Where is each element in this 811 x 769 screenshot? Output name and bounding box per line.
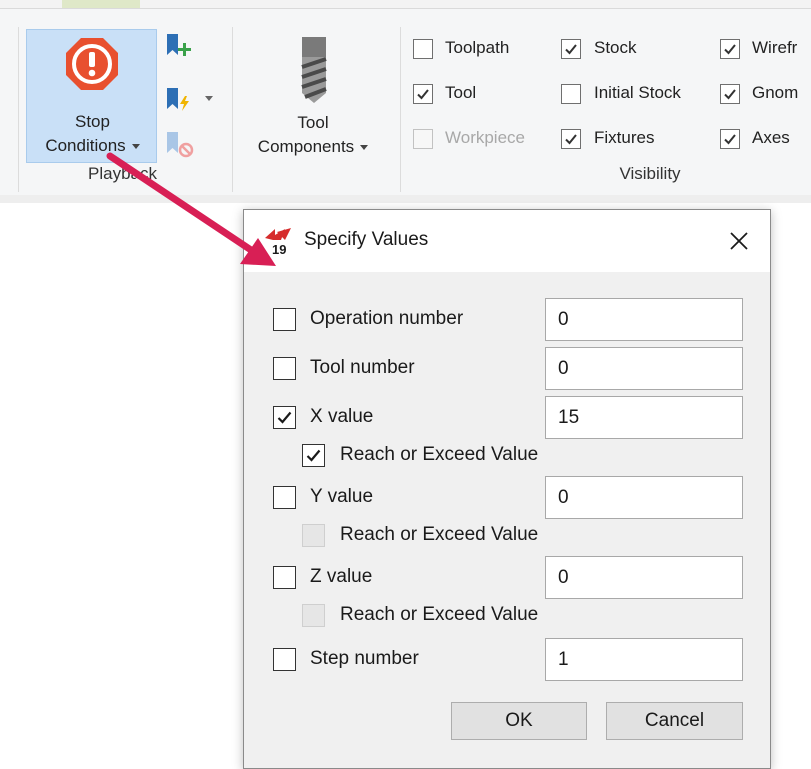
z-value-checkbox[interactable]: [273, 566, 296, 589]
group-separator: [18, 27, 19, 192]
x-value-label: X value: [310, 406, 374, 427]
workpiece-checkbox: [413, 129, 433, 149]
gnomon-label: Gnom: [752, 83, 799, 102]
visibility-group-label: Visibility: [619, 164, 681, 183]
fixtures-label: Fixtures: [594, 128, 655, 147]
group-separator: [400, 27, 401, 192]
dialog-title-bar[interactable]: 19 Specify Values: [244, 210, 770, 272]
checkmark-icon: [565, 44, 577, 55]
ribbon-tab-strip: [0, 0, 811, 8]
step-number-input[interactable]: 1: [545, 638, 743, 681]
ok-button[interactable]: OK: [451, 702, 587, 740]
y-value-input[interactable]: 0: [545, 476, 743, 519]
y-reach-exceed-label: Reach or Exceed Value: [340, 524, 539, 545]
stop-conditions-button[interactable]: Stop Conditions: [26, 29, 157, 163]
specify-values-dialog: 19 Specify Values Operation number 0 Too…: [243, 209, 771, 769]
dialog-title: Specify Values: [304, 229, 429, 250]
stop-octagon-icon: [66, 38, 118, 90]
checkmark-icon: [724, 134, 736, 145]
active-tab-indicator: [62, 0, 140, 8]
axes-checkbox[interactable]: [720, 129, 740, 149]
step-number-checkbox[interactable]: [273, 648, 296, 671]
toolpath-label: Toolpath: [445, 38, 510, 57]
z-value-label: Z value: [310, 566, 373, 587]
workpiece-label: Workpiece: [445, 128, 525, 147]
z-reach-exceed-label: Reach or Exceed Value: [340, 604, 539, 625]
checkmark-icon: [724, 89, 736, 100]
tool-label: Tool: [445, 83, 477, 102]
z-value-input[interactable]: 0: [545, 556, 743, 599]
tool-number-input[interactable]: 0: [545, 347, 743, 390]
add-marker-icon[interactable]: [164, 31, 194, 61]
tool-number-checkbox[interactable]: [273, 357, 296, 380]
tool-number-label: Tool number: [310, 357, 415, 378]
y-reach-exceed-checkbox: [302, 524, 325, 547]
lightning-marker-icon[interactable]: [164, 85, 194, 115]
y-value-label: Y value: [310, 486, 374, 507]
initial-stock-checkbox[interactable]: [561, 84, 581, 104]
x-value-input[interactable]: 15: [545, 396, 743, 439]
stock-checkbox[interactable]: [561, 39, 581, 59]
operation-number-input[interactable]: 0: [545, 298, 743, 341]
wireframe-checkbox[interactable]: [720, 39, 740, 59]
tool-components-icon[interactable]: [297, 37, 331, 103]
fixtures-checkbox[interactable]: [561, 129, 581, 149]
x-reach-exceed-label: Reach or Exceed Value: [340, 444, 539, 465]
wireframe-label: Wirefr: [752, 38, 798, 57]
chevron-down-icon: [360, 145, 369, 151]
x-reach-exceed-checkbox[interactable]: [302, 444, 325, 467]
stock-label: Stock: [594, 38, 637, 57]
initial-stock-label: Initial Stock: [594, 83, 681, 102]
checkmark-icon: [565, 134, 577, 145]
checkmark-icon: [724, 44, 736, 55]
step-number-label: Step number: [310, 648, 419, 669]
cancel-button[interactable]: Cancel: [606, 702, 743, 740]
tool-checkbox[interactable]: [413, 84, 433, 104]
y-value-checkbox[interactable]: [273, 486, 296, 509]
gnomon-checkbox[interactable]: [720, 84, 740, 104]
z-reach-exceed-checkbox: [302, 604, 325, 627]
checkmark-icon: [277, 411, 292, 424]
operation-number-checkbox[interactable]: [273, 308, 296, 331]
annotation-arrow: [106, 152, 276, 266]
chevron-down-icon[interactable]: [205, 96, 213, 101]
toolpath-checkbox[interactable]: [413, 39, 433, 59]
axes-label: Axes: [752, 128, 790, 147]
close-icon[interactable]: [722, 224, 756, 258]
operation-number-label: Operation number: [310, 308, 464, 329]
x-value-checkbox[interactable]: [273, 406, 296, 429]
checkmark-icon: [417, 89, 429, 100]
checkmark-icon: [306, 449, 321, 462]
